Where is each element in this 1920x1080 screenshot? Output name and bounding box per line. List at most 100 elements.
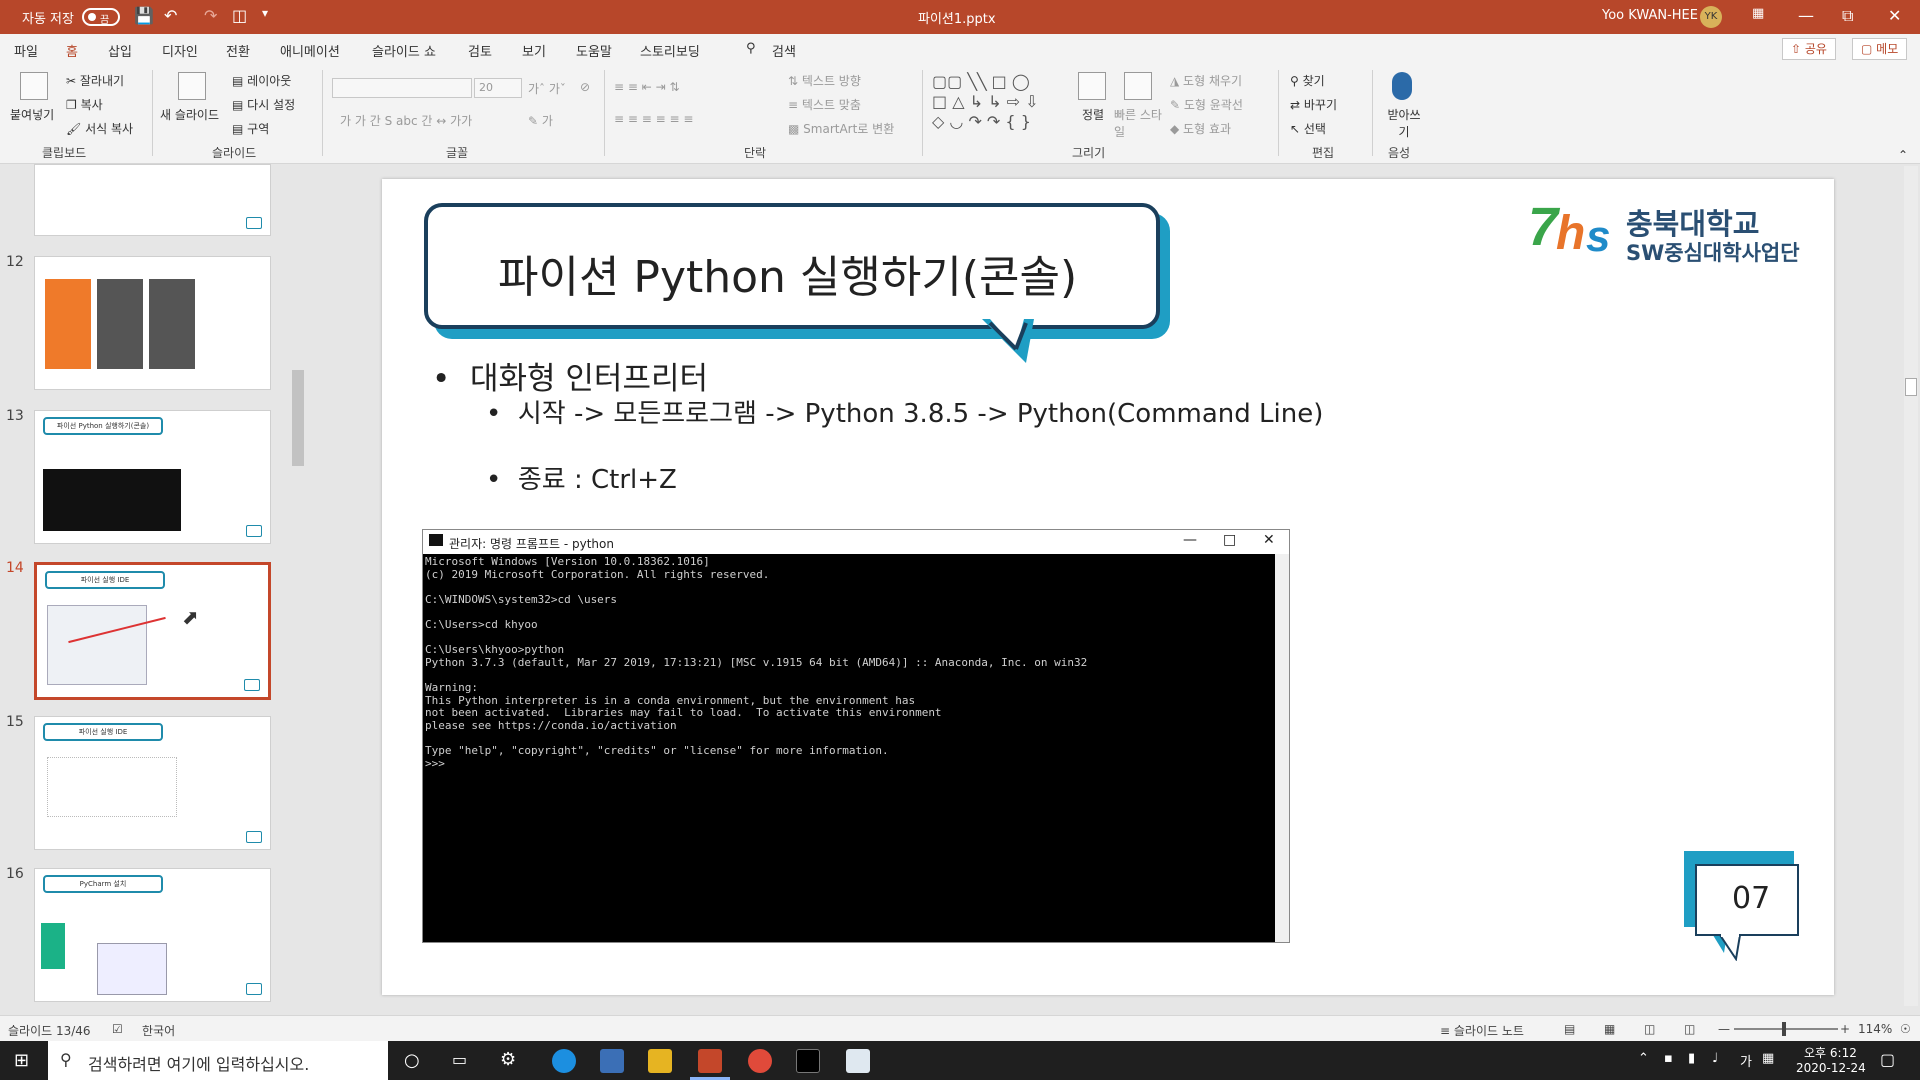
- tab-design[interactable]: 디자인: [162, 41, 198, 60]
- arrange-button[interactable]: 정렬: [1082, 106, 1104, 123]
- font-grow-icon[interactable]: 가ˆ 가ˇ: [528, 80, 566, 97]
- autosave-toggle[interactable]: 끔: [82, 8, 120, 26]
- microphone-icon[interactable]: [1392, 72, 1412, 100]
- search-tab[interactable]: 검색: [772, 41, 796, 60]
- comments-button[interactable]: ▢ 메모: [1852, 38, 1908, 60]
- cortana-icon[interactable]: ○: [404, 1050, 420, 1071]
- paste-button[interactable]: 붙여넣기: [10, 106, 54, 123]
- thumbnail-slide-11[interactable]: [34, 164, 271, 236]
- layout-button[interactable]: ▤ 레이아웃: [232, 72, 291, 89]
- font-name-dropdown[interactable]: [332, 78, 472, 98]
- reset-button[interactable]: ▤ 다시 설정: [232, 96, 295, 113]
- zoom-level[interactable]: 114%: [1858, 1022, 1892, 1036]
- ime-mode-icon[interactable]: ▦: [1762, 1051, 1774, 1066]
- paste-icon[interactable]: [20, 72, 48, 100]
- redo-icon[interactable]: ↷: [204, 6, 217, 25]
- list-icons[interactable]: ≡ ≡ ⇤ ⇥ ⇅: [614, 80, 680, 94]
- taskbar-search-box[interactable]: ⚲ 검색하려면 여기에 입력하십시오.: [48, 1041, 388, 1080]
- console-screenshot[interactable]: 관리자: 명령 프롬프트 - python — □ ✕ Microsoft Wi…: [422, 529, 1290, 943]
- shape-fill-button[interactable]: ◮ 도형 채우기: [1170, 72, 1242, 89]
- undo-icon[interactable]: ↶: [164, 6, 177, 25]
- bullet-main[interactable]: • 대화형 인터프리터: [432, 353, 708, 398]
- show-hidden-icons[interactable]: ⌃: [1638, 1051, 1649, 1066]
- slideshow-icon[interactable]: ◫: [1684, 1022, 1695, 1036]
- tab-view[interactable]: 보기: [522, 41, 546, 60]
- windows-start-icon[interactable]: ⊞: [14, 1050, 29, 1071]
- zoom-slider[interactable]: [1734, 1028, 1838, 1030]
- file-explorer-icon[interactable]: [648, 1049, 672, 1073]
- store-icon[interactable]: [600, 1049, 624, 1073]
- text-direction-button[interactable]: ⇅ 텍스트 방향: [788, 72, 861, 89]
- new-slide-button[interactable]: 새 슬라이드: [160, 106, 219, 123]
- slide-title[interactable]: 파이션 Python 실행하기(콘솔): [498, 241, 1077, 305]
- tab-review[interactable]: 검토: [468, 41, 492, 60]
- select-button[interactable]: ↖ 선택: [1290, 120, 1326, 137]
- tab-storyboarding[interactable]: 스토리보딩: [640, 41, 700, 60]
- save-icon[interactable]: 💾: [134, 6, 154, 25]
- page-number-callout[interactable]: 07: [1684, 851, 1804, 962]
- notes-button[interactable]: ≡ 슬라이드 노트: [1440, 1022, 1524, 1039]
- command-prompt-icon[interactable]: [796, 1049, 820, 1073]
- shapes-gallery[interactable]: ▢▢ ╲╲ □ ◯ □ △ ↳ ↳ ⇨ ⇩ ◇ ◡ ↷ ↷ { }: [932, 72, 1062, 134]
- quick-styles-icon[interactable]: [1124, 72, 1152, 100]
- slide-scrollbar[interactable]: [1904, 166, 1918, 1006]
- new-slide-icon[interactable]: [178, 72, 206, 100]
- quick-styles-button[interactable]: 빠른 스타일: [1114, 106, 1166, 140]
- language-status[interactable]: 한국어: [142, 1022, 175, 1039]
- shape-effects-button[interactable]: ◆ 도형 효과: [1170, 120, 1231, 137]
- tab-animations[interactable]: 애니메이션: [280, 41, 340, 60]
- clear-format-icon[interactable]: ⊘: [580, 80, 590, 94]
- zoom-slider-thumb[interactable]: [1782, 1022, 1786, 1036]
- smartart-button[interactable]: ▩ SmartArt로 변환: [788, 120, 894, 137]
- find-button[interactable]: ⚲ 찾기: [1290, 72, 1325, 89]
- arrange-icon[interactable]: [1078, 72, 1106, 100]
- slide-sorter-icon[interactable]: ▦: [1604, 1022, 1615, 1036]
- slide-scroll-thumb[interactable]: [1905, 378, 1917, 396]
- thumbnail-slide-15[interactable]: 파이선 실행 IDE: [34, 716, 271, 850]
- align-text-button[interactable]: ≡ 텍스트 맞춤: [788, 96, 861, 113]
- edge-icon[interactable]: [552, 1049, 576, 1073]
- section-button[interactable]: ▤ 구역: [232, 120, 269, 137]
- document-app-icon[interactable]: [846, 1049, 870, 1073]
- accessibility-icon[interactable]: ☑: [112, 1022, 123, 1036]
- font-size-dropdown[interactable]: 20: [474, 78, 522, 98]
- close-icon[interactable]: ✕: [1888, 6, 1901, 25]
- avatar[interactable]: YK: [1700, 6, 1722, 28]
- bullet-sub-start[interactable]: • 시작 -> 모든프로그램 -> Python 3.8.5 -> Python…: [486, 393, 1323, 430]
- shape-outline-button[interactable]: ✎ 도형 윤곽선: [1170, 96, 1243, 113]
- reading-view-icon[interactable]: ◫: [1644, 1022, 1655, 1036]
- replace-button[interactable]: ⇄ 바꾸기: [1290, 96, 1337, 113]
- tab-file[interactable]: 파일: [14, 41, 38, 60]
- search-icon[interactable]: ⚲: [746, 41, 756, 56]
- zoom-in-icon[interactable]: +: [1840, 1022, 1850, 1036]
- thumbnail-slide-12[interactable]: [34, 256, 271, 390]
- chrome-icon[interactable]: [748, 1049, 772, 1073]
- thumbnail-slide-14[interactable]: 파이선 실행 IDE: [34, 562, 271, 700]
- volume-icon[interactable]: ♩: [1712, 1051, 1718, 1066]
- tab-transitions[interactable]: 전환: [226, 41, 250, 60]
- cut-button[interactable]: ✂ 잘라내기: [66, 72, 124, 89]
- font-color-icon[interactable]: ✎ 가: [528, 112, 553, 129]
- notification-icon[interactable]: ▢: [1880, 1050, 1895, 1069]
- normal-view-icon[interactable]: ▤: [1564, 1022, 1575, 1036]
- zoom-out-icon[interactable]: —: [1718, 1022, 1730, 1036]
- thumbnails-scroll-thumb[interactable]: [292, 370, 304, 466]
- ime-indicator[interactable]: 가: [1740, 1051, 1752, 1070]
- tab-slideshow[interactable]: 슬라이드 쇼: [372, 41, 436, 60]
- slide-canvas[interactable]: 파이션 Python 실행하기(콘솔) 7 h s 충북대학교 SW중심대학사업…: [382, 179, 1834, 995]
- present-icon[interactable]: ◫: [232, 6, 247, 25]
- share-button[interactable]: ⇧ 공유: [1782, 38, 1836, 60]
- task-view-icon[interactable]: ▭: [452, 1050, 467, 1069]
- restore-icon[interactable]: ⧉: [1842, 6, 1853, 26]
- align-icons[interactable]: ≡ ≡ ≡ ≡ ≡ ≡: [614, 112, 693, 126]
- customize-toolbar-icon[interactable]: ▾: [262, 6, 268, 20]
- tab-help[interactable]: 도움말: [576, 41, 612, 60]
- copy-button[interactable]: ❐ 복사: [66, 96, 103, 113]
- battery-icon[interactable]: ▮: [1688, 1051, 1695, 1066]
- user-name[interactable]: Yoo KWAN-HEE: [1602, 8, 1698, 23]
- powerpoint-icon[interactable]: [698, 1049, 722, 1073]
- network-icon[interactable]: ▪: [1664, 1051, 1673, 1066]
- settings-icon[interactable]: ⚙: [500, 1049, 516, 1070]
- dictate-button[interactable]: 받아쓰기: [1384, 106, 1424, 140]
- thumbnail-slide-13[interactable]: 파이선 Python 실행하기(콘솔): [34, 410, 271, 544]
